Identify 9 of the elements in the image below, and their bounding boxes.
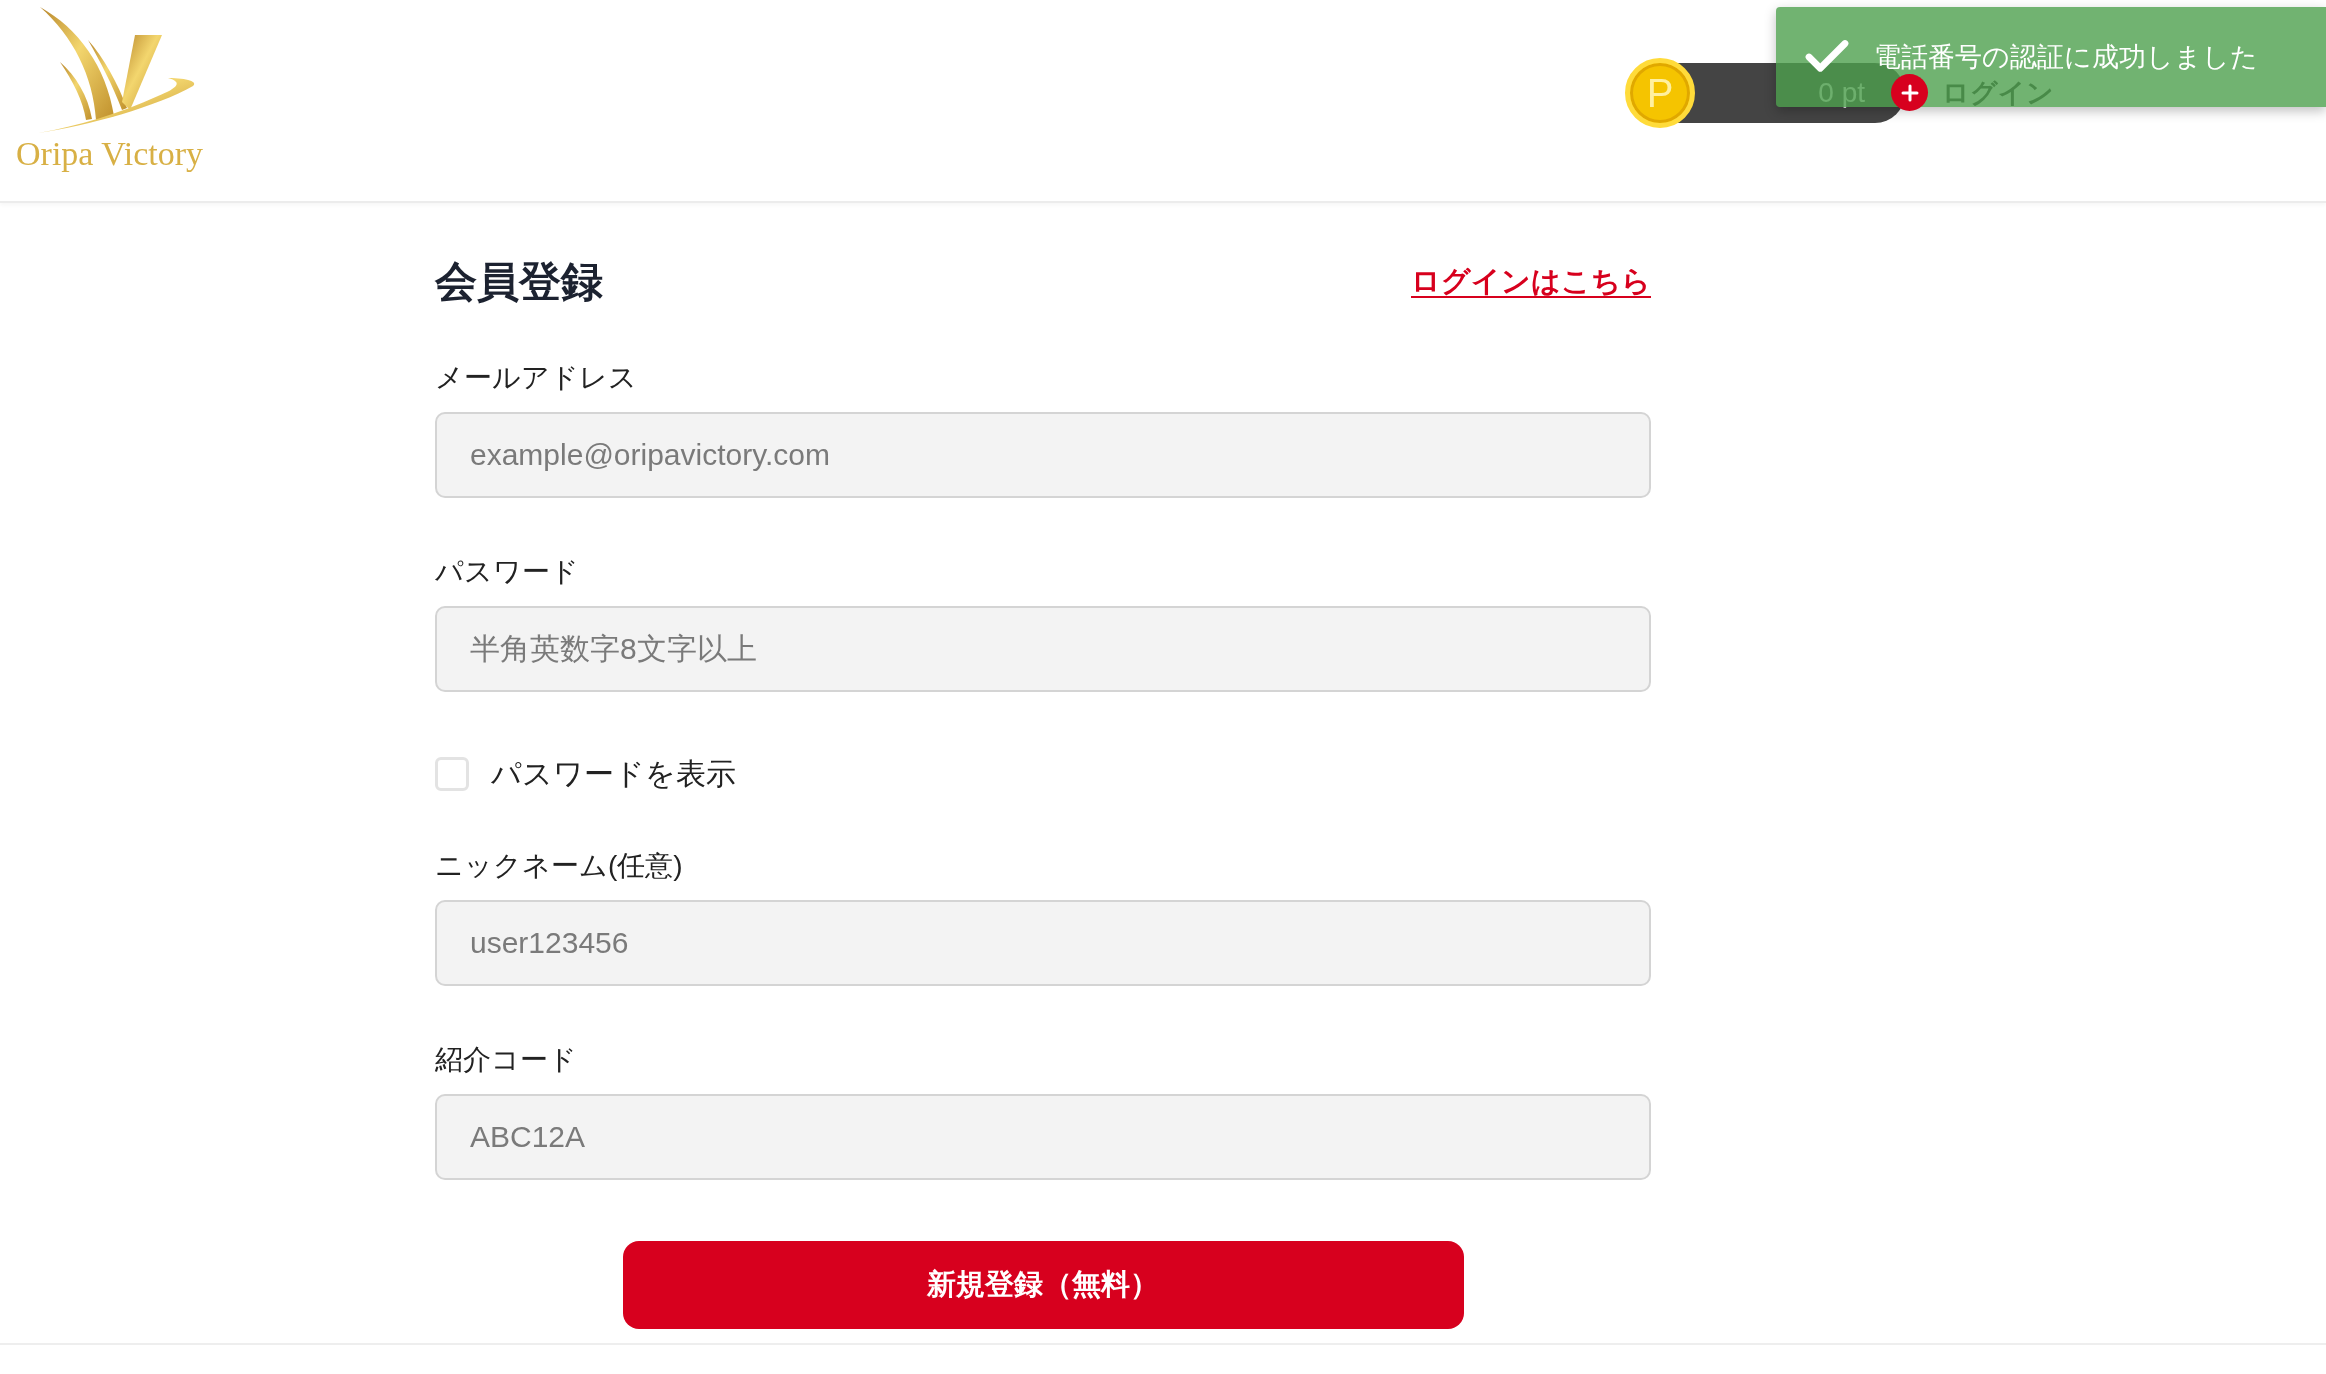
coin-icon: P	[1625, 57, 1695, 128]
field-label: 紹介コード	[435, 1043, 578, 1077]
logo-text: Oripa Victory	[16, 134, 204, 174]
field-label: パスワード	[435, 555, 580, 589]
checkbox-label: パスワードを表示	[491, 756, 736, 792]
field-label: ニックネーム(任意)	[435, 849, 684, 883]
page-title: 会員登録	[435, 258, 603, 306]
field-label: メールアドレス	[435, 361, 638, 395]
toast-message: 電話番号の認証に成功しました	[1874, 40, 2258, 74]
